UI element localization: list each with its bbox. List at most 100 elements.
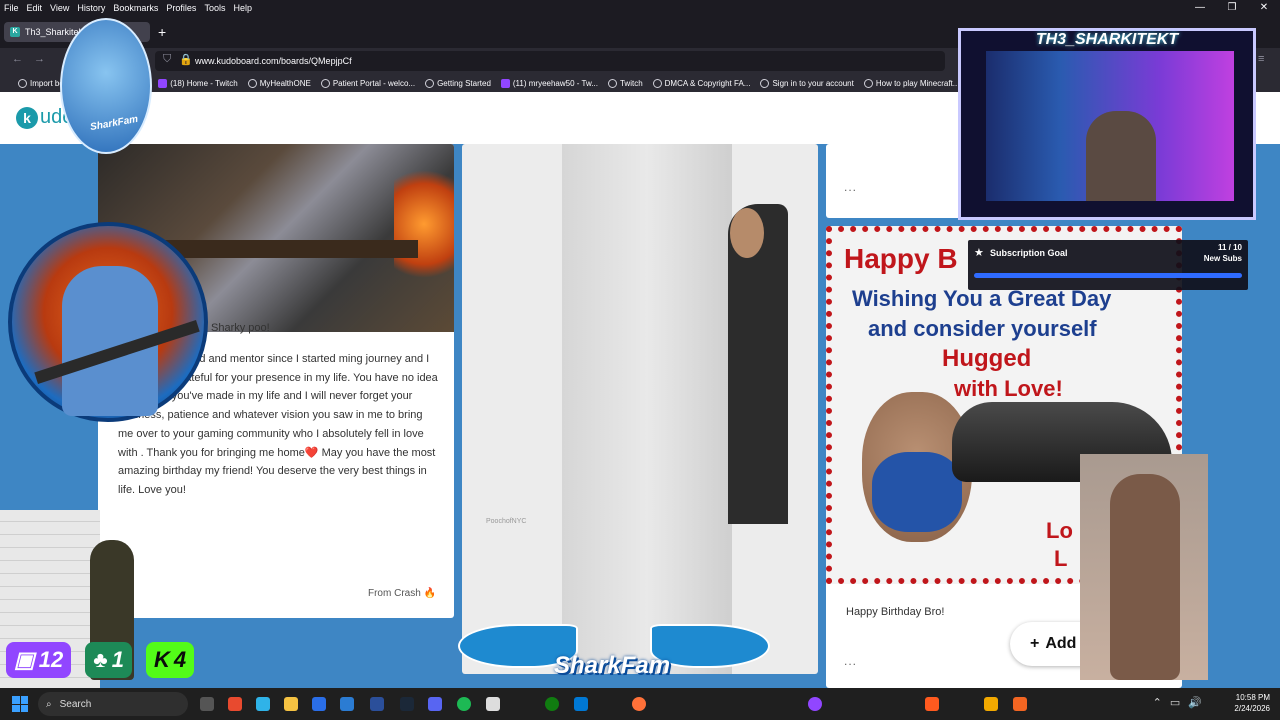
- goal-progress-track: [974, 273, 1242, 278]
- bookmark-mryeehaw50[interactable]: (11) mryeehaw50 - Tw...: [500, 78, 598, 88]
- webcam-title: TH3_SHARKITEKT: [1035, 31, 1179, 48]
- menu-file[interactable]: File: [4, 3, 19, 13]
- ecard-line-lo: Lo: [1046, 518, 1073, 543]
- menu-edit[interactable]: Edit: [27, 3, 43, 13]
- app-icon[interactable]: [984, 697, 998, 711]
- bookmark-twitch-home[interactable]: (18) Home - Twitch: [158, 78, 238, 88]
- volume-icon[interactable]: 🔊: [1188, 696, 1202, 709]
- taskbar: ⌕ Search ⌃ ▭ 🔊 10:58 PM 2/24/2026: [0, 688, 1280, 720]
- forward-icon[interactable]: →: [34, 53, 45, 65]
- kudoboard-k-icon: k: [16, 106, 38, 129]
- goal-label: Subscription Goal: [990, 248, 1068, 258]
- ecard-line-happy: Happy B: [844, 243, 958, 274]
- bookmark-getting-started[interactable]: Getting Started: [425, 78, 491, 88]
- shark-soldier-badge: [8, 222, 208, 422]
- twitch-app-icon[interactable]: [808, 697, 822, 711]
- menu-tools[interactable]: Tools: [204, 3, 225, 13]
- network-icon[interactable]: ▭: [1170, 696, 1180, 709]
- star-icon: ★: [974, 247, 984, 259]
- taskbar-search[interactable]: ⌕ Search: [38, 692, 188, 716]
- bookmark-twitch[interactable]: Twitch: [607, 78, 643, 88]
- sharkfam-logo-top: SharkFam: [60, 18, 152, 154]
- window-controls: — ❐ ✕: [1184, 0, 1280, 16]
- bookmark-patient-portal[interactable]: Patient Portal - welco...: [320, 78, 415, 88]
- outlook-icon[interactable]: [312, 697, 326, 711]
- url-bar[interactable]: www.kudoboard.com/boards/QMepjpCf: [155, 51, 945, 71]
- clock-date: 2/24/2026: [1234, 704, 1270, 713]
- menu-view[interactable]: View: [50, 3, 69, 13]
- clock[interactable]: 10:58 PM 2/24/2026: [1234, 692, 1270, 714]
- follower-counters: ▣ 12 ♣ 1 K 4: [6, 640, 195, 680]
- card-options-icon[interactable]: ...: [844, 180, 857, 194]
- ecard-line-l: L: [1054, 546, 1068, 571]
- menu-bookmarks[interactable]: Bookmarks: [113, 3, 158, 13]
- card-signature: From Crash 🔥: [367, 588, 436, 599]
- card-greeting: Sharky poo!: [211, 322, 270, 334]
- card-options-icon[interactable]: ...: [844, 654, 857, 668]
- kick-counter: K 4: [145, 642, 195, 678]
- app-icon[interactable]: [228, 697, 242, 711]
- edge-icon[interactable]: [256, 697, 270, 711]
- door-photo: [562, 144, 732, 674]
- file-explorer-icon[interactable]: [284, 697, 298, 711]
- close-icon[interactable]: ✕: [1248, 0, 1280, 16]
- goal-count: 11 / 10: [1217, 243, 1242, 252]
- card-caption: Happy Birthday Bro!: [846, 606, 945, 618]
- shark-icon: ♣: [93, 647, 108, 672]
- secondary-webcam: [1080, 454, 1208, 680]
- bookmark-sign-in[interactable]: Sign in to your account: [760, 78, 854, 88]
- app-icon[interactable]: [340, 697, 354, 711]
- notepad-icon[interactable]: [486, 697, 500, 711]
- menu-icon[interactable]: ≡: [1258, 53, 1264, 65]
- bookmark-minecraft[interactable]: How to play Minecraft...: [863, 78, 959, 88]
- bookmark-myhealthone[interactable]: MyHealthONE: [247, 78, 311, 88]
- chevron-up-icon[interactable]: ⌃: [1153, 696, 1162, 709]
- task-view-icon[interactable]: [200, 697, 214, 711]
- windows-start-icon[interactable]: [12, 696, 28, 712]
- sharkfam-banner: SharkFam: [454, 606, 774, 688]
- ecard-line-hugged: Hugged: [942, 345, 1032, 372]
- kudo-card-photo[interactable]: PoochofNYC: [462, 144, 818, 674]
- menu-help[interactable]: Help: [233, 3, 252, 13]
- menu-history[interactable]: History: [77, 3, 105, 13]
- twitch-counter: ▣ 12: [6, 642, 72, 678]
- menu-bar: File Edit View History Bookmarks Profile…: [0, 0, 1280, 16]
- photo-watermark: PoochofNYC: [486, 518, 527, 525]
- steam-icon[interactable]: [400, 697, 414, 711]
- kick-icon: K: [153, 647, 170, 672]
- clock-time: 10:58 PM: [1235, 693, 1270, 702]
- plus-icon: +: [1030, 635, 1040, 652]
- webcam-overlay: TH3_SHARKITEKT: [958, 28, 1256, 220]
- subscription-goal-widget: ★ Subscription Goal 11 / 10 New Subs: [968, 240, 1248, 290]
- system-tray: ⌃ ▭ 🔊: [1153, 696, 1202, 709]
- search-icon: ⌕: [46, 698, 52, 710]
- minimize-icon[interactable]: —: [1184, 0, 1216, 16]
- back-icon[interactable]: ←: [12, 53, 23, 65]
- url-text: www.kudoboard.com/boards/QMepjpCf: [195, 56, 352, 66]
- streamer-figure: [1086, 111, 1156, 201]
- discord-icon[interactable]: [428, 697, 442, 711]
- guest-figure: [1110, 474, 1180, 680]
- lock-icon[interactable]: 🔒: [179, 53, 193, 66]
- spotify-icon[interactable]: [457, 697, 471, 711]
- app-icon[interactable]: [925, 697, 939, 711]
- bookmark-dmca[interactable]: DMCA & Copyright FA...: [652, 78, 750, 88]
- kudoboard-favicon-icon: K: [10, 27, 20, 37]
- shield-icon[interactable]: ⛉: [163, 53, 171, 66]
- sharks-counter: ♣ 1: [85, 642, 132, 678]
- maximize-icon[interactable]: ❐: [1216, 0, 1248, 16]
- menu-profiles[interactable]: Profiles: [166, 3, 196, 13]
- app-icon[interactable]: [370, 697, 384, 711]
- goal-progress-fill: [974, 273, 1242, 278]
- fire-graphic: [394, 164, 454, 284]
- kudo-card-previous[interactable]: ...: [826, 144, 966, 218]
- goal-unit: New Subs: [1203, 254, 1242, 263]
- ecard-line-love: with Love!: [954, 376, 1063, 401]
- twitch-icon: ▣: [14, 647, 35, 672]
- app-icon[interactable]: [1013, 697, 1027, 711]
- app-icon[interactable]: [574, 697, 588, 711]
- xbox-icon[interactable]: [545, 697, 559, 711]
- firefox-icon[interactable]: [632, 697, 646, 711]
- ecard-line-consider: and consider yourself: [868, 316, 1097, 341]
- new-tab-icon[interactable]: +: [158, 24, 166, 40]
